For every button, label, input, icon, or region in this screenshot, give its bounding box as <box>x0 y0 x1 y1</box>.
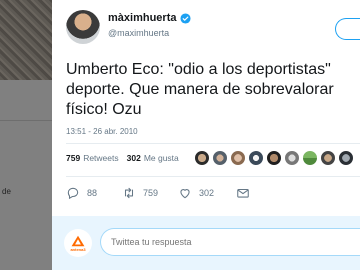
liker-avatar[interactable] <box>320 150 336 166</box>
tweet-stats: 759 Retweets 302 Me gusta <box>66 153 187 163</box>
likes-label[interactable]: Me gusta <box>144 153 179 163</box>
like-action[interactable]: 302 <box>178 186 214 200</box>
tweet-actions: 88 759 302 <box>66 186 360 202</box>
likers-avatars <box>194 150 354 166</box>
author-avatar[interactable] <box>66 10 100 44</box>
liker-avatar[interactable] <box>338 150 354 166</box>
retweet-action[interactable]: 759 <box>122 186 158 200</box>
background-card <box>0 80 52 270</box>
retweets-count[interactable]: 759 <box>66 153 80 163</box>
liker-avatar[interactable] <box>302 150 318 166</box>
tweet-timestamp[interactable]: 13:51 - 26 abr. 2010 <box>66 127 138 136</box>
reply-user-avatar[interactable]: antena3 <box>64 229 92 257</box>
verified-badge-icon <box>180 12 192 24</box>
reply-action[interactable]: 88 <box>66 186 97 200</box>
author-display-name[interactable]: màximhuerta <box>108 12 176 24</box>
tweet-text-line: físico! Ozu <box>66 101 142 118</box>
tweet-text-line: deporte. Que manera de sobrevalorar <box>66 81 334 98</box>
direct-message-action[interactable] <box>236 186 250 200</box>
liker-avatar[interactable] <box>248 150 264 166</box>
reply-count: 88 <box>87 188 98 198</box>
tweet-text: Umberto Eco: "odio a los deportistas" de… <box>66 60 360 120</box>
likes-count[interactable]: 302 <box>127 153 141 163</box>
background-photo <box>0 0 52 80</box>
author-handle[interactable]: @maximhuerta <box>108 28 169 38</box>
background-text: de <box>2 187 11 196</box>
antena3-logo-icon <box>71 235 85 246</box>
reply-avatar-logo-text: antena3 <box>70 246 86 252</box>
author-name-row: màximhuerta <box>108 12 192 24</box>
follow-button[interactable] <box>335 18 360 40</box>
reply-icon <box>67 187 79 200</box>
liker-avatar[interactable] <box>266 150 282 166</box>
liker-avatar[interactable] <box>284 150 300 166</box>
divider <box>66 143 360 144</box>
retweet-count: 759 <box>143 188 159 198</box>
tweet-modal: màximhuerta @maximhuerta Umberto Eco: "o… <box>52 0 360 270</box>
background-divider <box>0 120 52 121</box>
reply-input[interactable] <box>100 228 360 256</box>
background-page: de <box>0 0 52 270</box>
tweet-text-line: Umberto Eco: "odio a los deportistas" <box>66 61 331 78</box>
reply-bar: antena3 <box>52 216 360 270</box>
liker-avatar[interactable] <box>194 150 210 166</box>
envelope-icon <box>237 188 249 198</box>
like-count: 302 <box>199 188 215 198</box>
retweets-label[interactable]: Retweets <box>83 153 118 163</box>
tweet-header: màximhuerta @maximhuerta <box>52 0 360 50</box>
divider <box>66 176 360 177</box>
retweet-icon <box>124 187 134 199</box>
heart-icon <box>180 189 190 199</box>
liker-avatar[interactable] <box>212 150 228 166</box>
liker-avatar[interactable] <box>230 150 246 166</box>
